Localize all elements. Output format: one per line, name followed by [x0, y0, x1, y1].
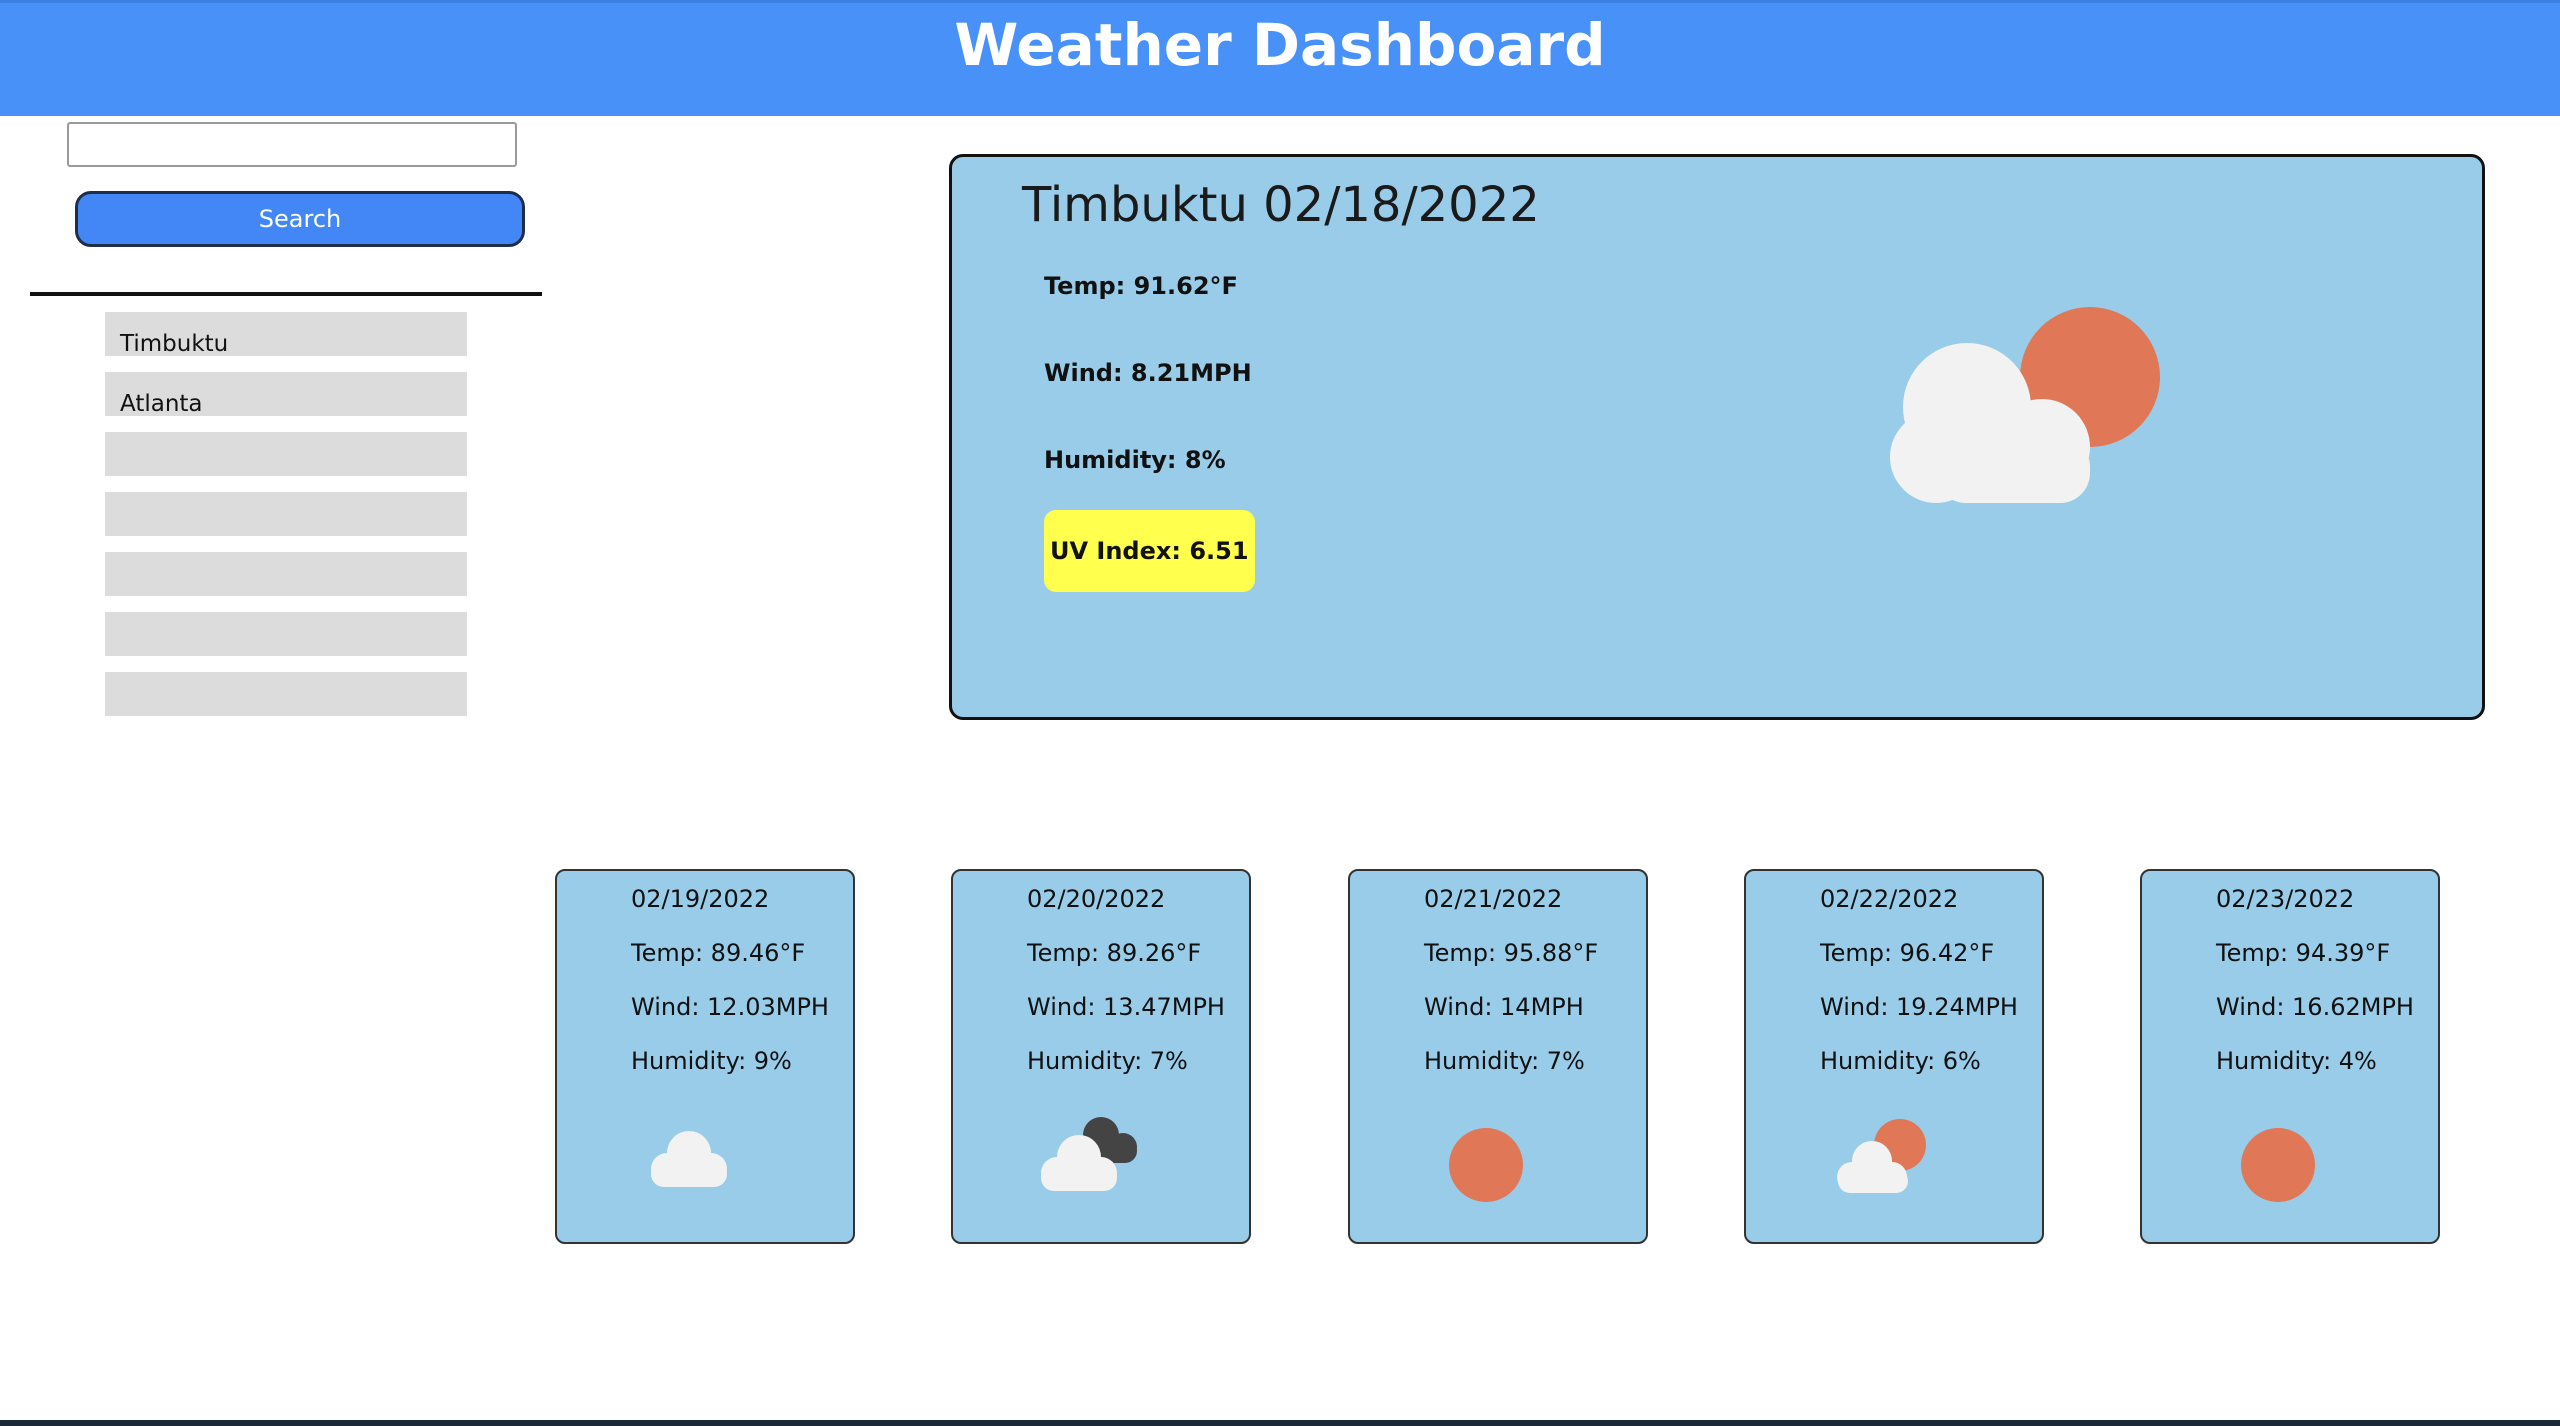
forecast-date: 02/19/2022: [631, 885, 770, 913]
search-history-list: Timbuktu Atlanta: [105, 312, 467, 732]
cloud-icon: [637, 1111, 747, 1205]
page-bottom-border: [0, 1420, 2560, 1426]
history-item[interactable]: Atlanta: [105, 372, 467, 416]
forecast-humidity: Humidity: 6%: [1820, 1047, 1981, 1075]
history-item[interactable]: [105, 552, 467, 596]
forecast-temp: Temp: 95.88°F: [1424, 939, 1599, 967]
forecast-wind: Wind: 13.47MPH: [1027, 993, 1225, 1021]
search-button[interactable]: Search: [75, 191, 525, 247]
forecast-temp: Temp: 96.42°F: [1820, 939, 1995, 967]
sun-icon: [1446, 1125, 1526, 1209]
forecast-card: 02/21/2022 Temp: 95.88°F Wind: 14MPH Hum…: [1348, 869, 1648, 1244]
current-city-date: Timbuktu 02/18/2022: [1022, 177, 1540, 233]
current-temp: Temp: 91.62°F: [1044, 272, 1238, 300]
forecast-wind: Wind: 16.62MPH: [2216, 993, 2414, 1021]
current-weather-card: Timbuktu 02/18/2022 Temp: 91.62°F Wind: …: [949, 154, 2485, 720]
forecast-card: 02/20/2022 Temp: 89.26°F Wind: 13.47MPH …: [951, 869, 1251, 1244]
uv-index-badge: UV Index: 6.51: [1044, 510, 1255, 592]
forecast-humidity: Humidity: 7%: [1027, 1047, 1188, 1075]
forecast-humidity: Humidity: 4%: [2216, 1047, 2377, 1075]
forecast-date: 02/23/2022: [2216, 885, 2355, 913]
forecast-card: 02/19/2022 Temp: 89.46°F Wind: 12.03MPH …: [555, 869, 855, 1244]
forecast-wind: Wind: 12.03MPH: [631, 993, 829, 1021]
current-humidity: Humidity: 8%: [1044, 446, 1226, 474]
sun-icon: [2238, 1125, 2318, 1209]
forecast-date: 02/21/2022: [1424, 885, 1563, 913]
app-header: Weather Dashboard: [0, 0, 2560, 116]
partly-cloudy-day-icon: [1872, 297, 2192, 521]
forecast-card: 02/23/2022 Temp: 94.39°F Wind: 16.62MPH …: [2140, 869, 2440, 1244]
broken-clouds-icon: [1031, 1103, 1151, 1207]
history-item[interactable]: [105, 612, 467, 656]
history-item[interactable]: [105, 492, 467, 536]
forecast-wind: Wind: 19.24MPH: [1820, 993, 2018, 1021]
forecast-card: 02/22/2022 Temp: 96.42°F Wind: 19.24MPH …: [1744, 869, 2044, 1244]
page-title: Weather Dashboard: [954, 11, 1606, 79]
current-wind: Wind: 8.21MPH: [1044, 359, 1252, 387]
forecast-temp: Temp: 89.46°F: [631, 939, 806, 967]
forecast-humidity: Humidity: 9%: [631, 1047, 792, 1075]
forecast-wind: Wind: 14MPH: [1424, 993, 1584, 1021]
forecast-temp: Temp: 89.26°F: [1027, 939, 1202, 967]
partly-cloudy-day-icon: [1828, 1109, 1938, 1208]
history-item[interactable]: [105, 672, 467, 716]
city-search-input[interactable]: [67, 122, 517, 167]
sidebar-divider: [30, 292, 542, 296]
history-item[interactable]: [105, 432, 467, 476]
history-item[interactable]: Timbuktu: [105, 312, 467, 356]
forecast-date: 02/20/2022: [1027, 885, 1166, 913]
forecast-temp: Temp: 94.39°F: [2216, 939, 2391, 967]
forecast-date: 02/22/2022: [1820, 885, 1959, 913]
forecast-humidity: Humidity: 7%: [1424, 1047, 1585, 1075]
